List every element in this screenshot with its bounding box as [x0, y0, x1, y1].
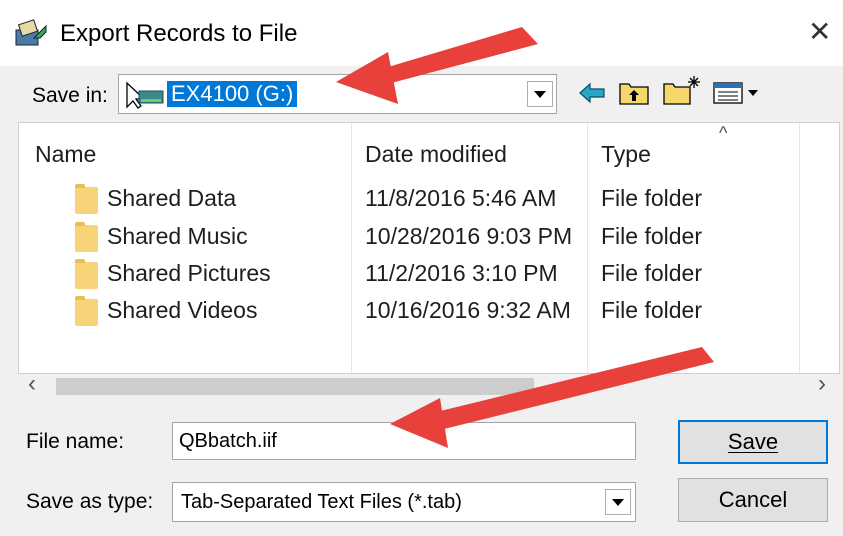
- export-dialog: Export Records to File ✕ Save in: EX4100…: [0, 0, 843, 536]
- annotation-arrow-icon: [390, 347, 714, 448]
